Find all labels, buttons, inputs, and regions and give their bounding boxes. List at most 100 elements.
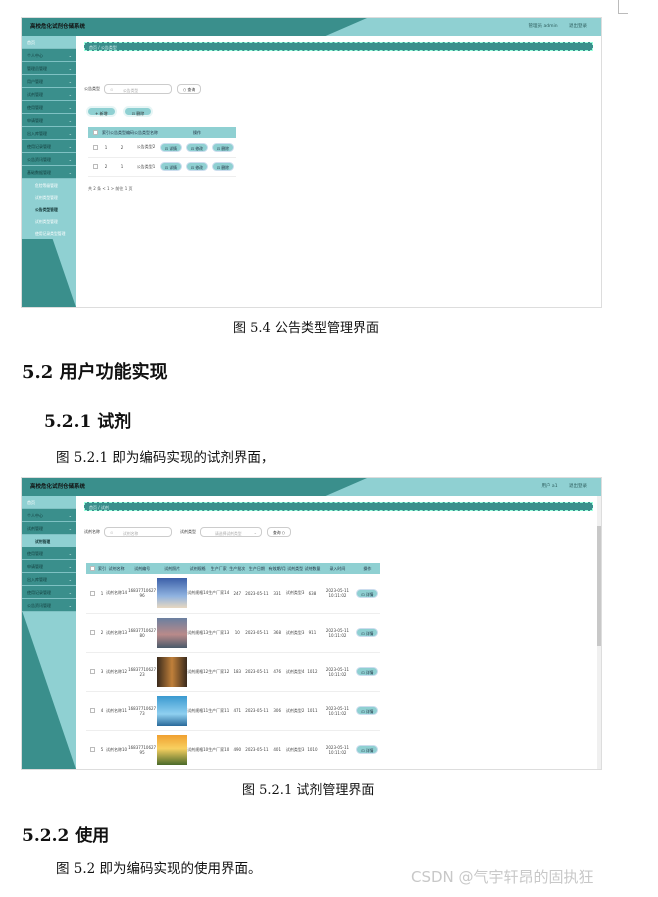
maker-cell: 生产厂家14: [208, 574, 230, 614]
sidebar-item-label: 使用管理: [27, 105, 43, 110]
maker-cell: 生产厂家12: [208, 652, 230, 692]
search-input[interactable]: ⊙ 公告类型: [104, 84, 172, 94]
chevron-down-icon: ⌄: [68, 577, 72, 582]
batch-cell: 10: [229, 613, 246, 653]
reagent-type-select[interactable]: 请选择试剂类型 ⌄: [200, 527, 262, 537]
sidebar-item[interactable]: 出入库管理 ⌄: [22, 573, 76, 586]
search-button[interactable]: 查询 ○: [267, 527, 292, 537]
table-header: 生产批次: [229, 563, 246, 574]
user-label: 用户 a1: [541, 484, 558, 489]
detail-button[interactable]: ⊡ 详情: [356, 588, 379, 598]
submenu-item[interactable]: 试剂类型管理: [22, 191, 76, 203]
delete-button[interactable]: ⊡ 删除: [211, 142, 234, 152]
logout-link[interactable]: 退出登录: [569, 24, 587, 29]
row-checkbox[interactable]: [89, 591, 95, 596]
search-bar: 公告类型 ⊙ 公告类型 ○ 查询: [84, 84, 202, 94]
sidebar-item[interactable]: 个人中心 ⌄: [22, 509, 76, 522]
code-cell: 1683771062780: [127, 613, 158, 653]
name-cell: 试剂名称12: [106, 652, 128, 692]
sidebar-item[interactable]: 出入库管理 ⌄: [22, 127, 76, 140]
chevron-down-icon: ⌄: [68, 590, 72, 595]
row-checkbox[interactable]: [89, 630, 95, 636]
table-header: 操作: [354, 563, 381, 574]
code-cell: 1683771062723: [127, 652, 158, 692]
row-checkbox[interactable]: [92, 145, 98, 150]
sidebar-item[interactable]: 基础数据管理 ⌄: [22, 166, 76, 179]
sidebar-item[interactable]: 管理员管理 ⌄: [22, 62, 76, 75]
delete-button[interactable]: ⊡ 删除: [122, 106, 154, 117]
batch-cell: 183: [229, 652, 246, 692]
submenu-item[interactable]: 公告类型管理: [22, 203, 76, 215]
submenu-item[interactable]: 试剂管理: [22, 535, 76, 547]
date-cell: 2023-05-11: [245, 652, 269, 692]
sidebar-item[interactable]: 使用记录管理 ⌄: [22, 586, 76, 599]
edit-button[interactable]: ⊡ 修改: [185, 162, 208, 171]
checkbox-cell: [86, 652, 98, 692]
sidebar-item[interactable]: 使用记录管理 ⌄: [22, 140, 76, 153]
subsection-heading: 5.2.2 使用: [22, 826, 110, 846]
submenu-item[interactable]: 试剂类型管理: [22, 215, 76, 227]
sidebar-item[interactable]: 申请管理 ⌄: [22, 114, 76, 127]
sidebar-item[interactable]: 试剂管理 ⌄: [22, 88, 76, 101]
search-icon: ⊙: [110, 530, 114, 535]
select-all-checkbox[interactable]: [92, 130, 98, 136]
sidebar-item[interactable]: 使用管理 ⌄: [22, 547, 76, 560]
user-label: 管理员 admin: [528, 24, 558, 29]
detail-button[interactable]: ⊡ 详情: [356, 745, 379, 754]
pagination[interactable]: 共 2 条 < 1 > 前往 1 页: [88, 186, 133, 192]
search-label-name: 试剂名称: [84, 529, 100, 534]
type-cell: 试剂类型4: [285, 652, 305, 692]
sidebar-item-label: 首页: [27, 500, 35, 505]
detail-button[interactable]: ⊡ 详情: [356, 706, 379, 715]
select-all-checkbox[interactable]: [89, 566, 95, 572]
figure-announcement-type-screenshot: 高校危化试剂仓储系统 管理员 admin 退出登录 首页 个人中心 ⌄ 管理员管理 ⌄ 用…: [21, 17, 602, 308]
row-checkbox[interactable]: [89, 708, 95, 714]
sidebar-item[interactable]: 使用管理 ⌄: [22, 101, 76, 114]
delete-button[interactable]: ⊡ 删除: [211, 162, 234, 171]
figure-reagent-screenshot: 高校危化试剂仓储系统 用户 a1 退出登录 首页 个人中心 ⌄ 试剂管理 ⌄ 试剂管理 使用…: [21, 477, 602, 770]
index-cell: 2: [102, 157, 110, 177]
breadcrumb: 首页 / 试剂: [84, 502, 593, 511]
add-button[interactable]: + 新增: [86, 106, 117, 117]
sidebar-item-label: 用户管理: [27, 79, 43, 84]
submenu-item[interactable]: 危险等级管理: [22, 179, 76, 191]
date-cell: 2023-05-11: [245, 574, 269, 614]
sidebar-item[interactable]: 试剂管理 ⌄: [22, 522, 76, 535]
detail-button[interactable]: ⊡ 详情: [356, 628, 379, 637]
sidebar-item-label: 使用记录管理: [27, 590, 51, 595]
row-checkbox[interactable]: [92, 164, 98, 170]
detail-button[interactable]: ⊡ 详情: [356, 667, 379, 676]
time-cell: 2023-05-11 10:11:02: [320, 613, 355, 653]
reagent-name-input[interactable]: ⊙ 试剂名称: [104, 527, 172, 537]
sidebar-item[interactable]: 公告资讯管理 ⌄: [22, 599, 76, 612]
actions-cell: ⊡ 详情 ⊡ 修改 ⊡ 删除: [158, 157, 236, 177]
chevron-down-icon: ⌄: [68, 53, 72, 58]
row-checkbox[interactable]: [89, 747, 95, 753]
detail-button[interactable]: ⊡ 详情: [160, 142, 182, 152]
valid-cell: 331: [268, 574, 286, 614]
table-header: 试剂类型: [285, 563, 305, 574]
table-header: 操作: [158, 127, 236, 138]
sidebar-item[interactable]: 申请管理 ⌄: [22, 560, 76, 573]
search-bar: 试剂名称 ⊙ 试剂名称 试剂类型 请选择试剂类型 ⌄ 查询 ○: [84, 527, 292, 537]
submenu-item[interactable]: 使用记录类型管理: [22, 227, 76, 239]
qty-cell: 911: [304, 613, 321, 653]
sidebar-item[interactable]: 用户管理 ⌄: [22, 75, 76, 88]
row-checkbox[interactable]: [89, 669, 95, 675]
sidebar-item[interactable]: 公告资讯管理 ⌄: [22, 153, 76, 166]
announcement-type-table: 索引 公告类型编码 公告类型名称 操作 1 2 公告类型2 ⊡ 详情 ⊡ 修改 ⊡ 删除 2 1 公告…: [88, 127, 236, 177]
search-button[interactable]: ○ 查询: [177, 84, 202, 94]
sidebar-item[interactable]: 首页: [22, 496, 76, 509]
actions-cell: ⊡ 详情: [354, 730, 381, 769]
table-header: 生产日期: [245, 563, 269, 574]
scrollbar[interactable]: [597, 496, 601, 769]
table-row: 1 试剂名称14 1683771062796 试剂规格14 生产厂家14 247 2023-…: [86, 574, 381, 614]
edit-button[interactable]: ⊡ 修改: [185, 142, 208, 152]
detail-button[interactable]: ⊡ 详情: [160, 162, 182, 171]
logout-link[interactable]: 退出登录: [569, 484, 587, 489]
sidebar-item[interactable]: 首页: [22, 36, 76, 49]
sidebar-item-label: 申请管理: [27, 118, 43, 123]
sidebar-item[interactable]: 个人中心 ⌄: [22, 49, 76, 62]
name-cell: 公告类型1: [134, 157, 158, 177]
date-cell: 2023-05-11: [245, 613, 269, 653]
